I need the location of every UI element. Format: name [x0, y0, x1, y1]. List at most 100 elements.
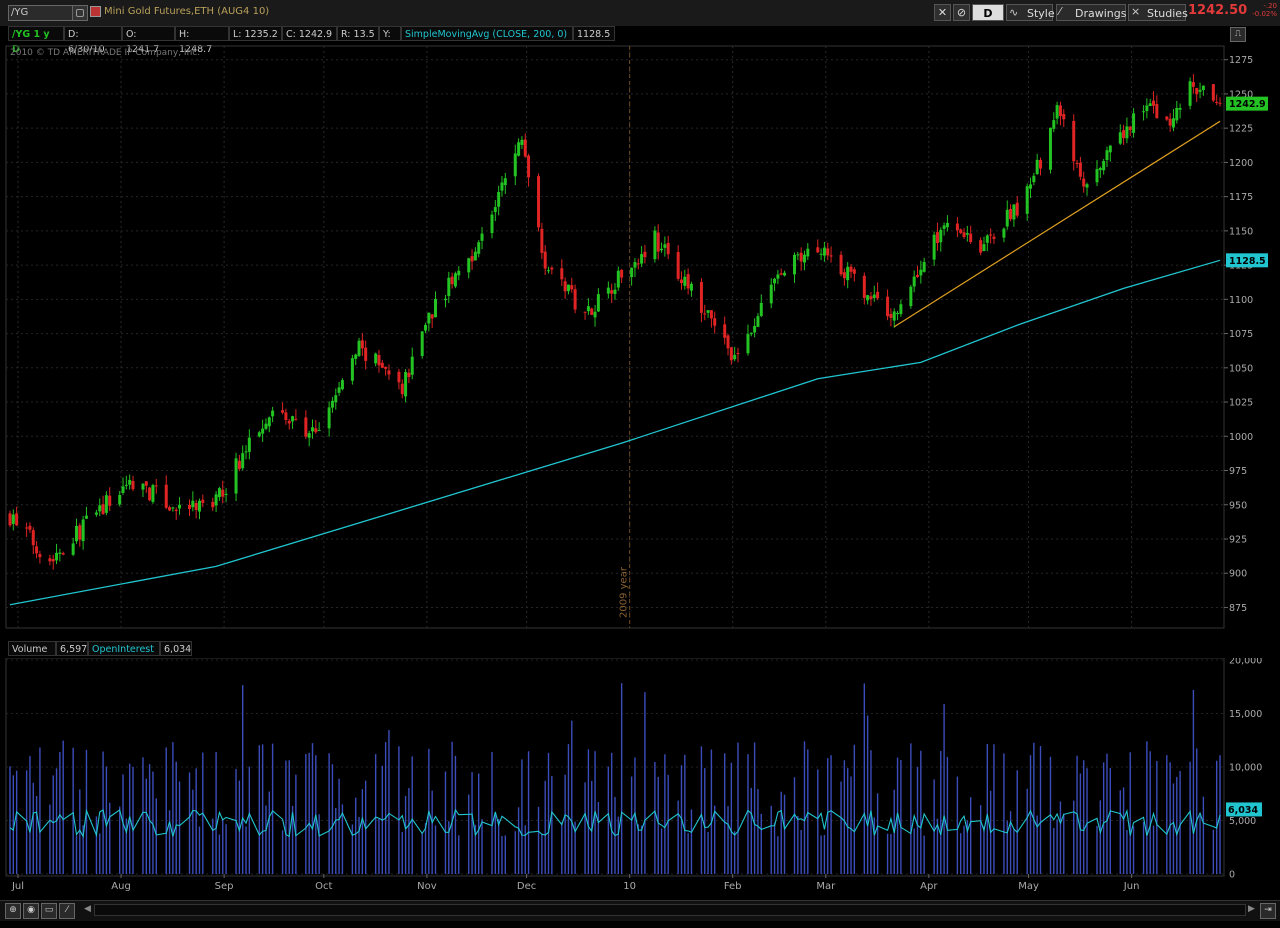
- candle-body: [447, 277, 451, 297]
- candle-body: [284, 412, 288, 420]
- price-change: -.20 -0.02%: [1247, 2, 1277, 18]
- candle-body: [630, 267, 634, 278]
- candle-body: [783, 272, 787, 276]
- candle-body: [128, 479, 132, 485]
- candle-body: [141, 483, 145, 490]
- candle-body: [643, 251, 647, 258]
- link-icon[interactable]: ⊘: [953, 4, 970, 21]
- expand-icon[interactable]: ⇥: [1260, 903, 1276, 919]
- candle-body: [410, 356, 414, 375]
- candle-body: [84, 515, 88, 519]
- bar-range: R: 13.5: [337, 26, 379, 41]
- candle-body: [663, 244, 667, 248]
- candle-body: [217, 488, 221, 498]
- candle-body: [35, 546, 39, 554]
- candle-body: [81, 519, 85, 542]
- candle-body: [1191, 82, 1195, 87]
- candle-body: [979, 240, 983, 253]
- candle-body: [443, 298, 447, 301]
- volume-label[interactable]: Volume: [8, 641, 56, 656]
- draw-line-icon[interactable]: ⁄: [59, 903, 75, 919]
- candle-body: [108, 495, 112, 506]
- candle-body: [550, 267, 554, 270]
- candle-body: [31, 530, 35, 546]
- bar-high: H: 1248.7: [175, 26, 229, 55]
- candle-body: [470, 256, 474, 262]
- scroll-left-icon[interactable]: ◀: [84, 904, 91, 914]
- candle-body: [776, 274, 780, 279]
- candle-body: [759, 302, 763, 316]
- symbol-input[interactable]: /YG: [8, 5, 74, 21]
- horizontal-scrollbar[interactable]: [94, 904, 1246, 916]
- study-name[interactable]: SimpleMovingAvg (CLOSE, 200, 0): [401, 26, 573, 41]
- candle-body: [98, 505, 102, 512]
- style-icon: ∿: [1009, 6, 1019, 19]
- candle-body: [291, 416, 295, 422]
- candle-body: [679, 279, 683, 284]
- y-tick-label: 1150: [1229, 226, 1253, 237]
- candle-body: [822, 247, 826, 256]
- volume-value: 6,597: [56, 641, 88, 656]
- candle-body: [201, 499, 205, 503]
- drawings-label: Drawings: [1075, 7, 1127, 20]
- candle-body: [793, 254, 797, 275]
- candle-body: [1078, 162, 1082, 177]
- candle-body: [1132, 113, 1136, 133]
- candle-body: [317, 430, 321, 432]
- candle-body: [430, 314, 434, 319]
- candle-body: [1082, 178, 1086, 187]
- crosshair-icon[interactable]: ✕: [934, 4, 951, 21]
- candle-body: [151, 485, 155, 502]
- candle-body: [985, 235, 989, 243]
- x-tick-label: Jul: [11, 881, 24, 892]
- vol-tick-label: 0: [1229, 870, 1235, 881]
- candle-body: [876, 291, 880, 299]
- timeframe-button[interactable]: D: [972, 4, 1004, 21]
- candle-body: [477, 242, 481, 254]
- candle-body: [15, 513, 19, 526]
- candle-body: [726, 335, 730, 349]
- symbol-lookup-button[interactable]: [72, 5, 88, 21]
- y-tick-label: 1225: [1229, 124, 1253, 135]
- candle-body: [796, 254, 800, 256]
- candle-body: [633, 262, 637, 268]
- candle-body: [709, 310, 713, 319]
- candle-body: [497, 191, 501, 207]
- candle-body: [896, 312, 900, 315]
- oi-label[interactable]: OpenInterest: [88, 641, 160, 656]
- vol-tick-label: 10,000: [1229, 763, 1262, 774]
- drawings-button[interactable]: Drawings: [1056, 4, 1126, 21]
- chart-settings-icon[interactable]: ⎍: [1230, 27, 1246, 42]
- candle-body: [1102, 161, 1106, 171]
- candle-body: [294, 418, 298, 420]
- candle-body: [1009, 208, 1013, 220]
- candle-body: [427, 312, 431, 324]
- candle-body: [493, 207, 497, 212]
- candle-body: [593, 311, 597, 318]
- pan-icon[interactable]: ▭: [41, 903, 57, 919]
- candle-body: [842, 272, 846, 279]
- candle-body: [74, 525, 78, 542]
- candle-body: [164, 484, 168, 508]
- last-close-tag: 1242.9: [1229, 99, 1266, 110]
- chart-color-icon[interactable]: [90, 6, 101, 17]
- bar-close: C: 1242.9: [282, 26, 337, 41]
- candle-body: [586, 306, 590, 312]
- volume-chart: 0 5,000 10,000 15,000 20,000 6,034 Jul Aug Sep Oc…: [5, 658, 1262, 892]
- candle-body: [364, 347, 368, 361]
- candle-body: [560, 268, 564, 280]
- candle-body: [473, 251, 477, 261]
- reset-zoom-icon[interactable]: ◉: [23, 903, 39, 919]
- candle-body: [746, 334, 750, 354]
- scroll-right-icon[interactable]: ▶: [1248, 904, 1255, 914]
- candle-body: [404, 372, 408, 397]
- candle-body: [1105, 150, 1109, 161]
- symbol-period[interactable]: /YG 1 y D: [8, 26, 64, 55]
- change-value: -.20: [1263, 2, 1277, 10]
- zoom-icon[interactable]: ⊕: [5, 903, 21, 919]
- candle-body: [374, 353, 378, 364]
- trend-line: [893, 120, 1221, 328]
- candle-body: [1142, 111, 1146, 113]
- vol-tick-label: 5,000: [1229, 816, 1256, 827]
- candle-body: [1215, 101, 1219, 103]
